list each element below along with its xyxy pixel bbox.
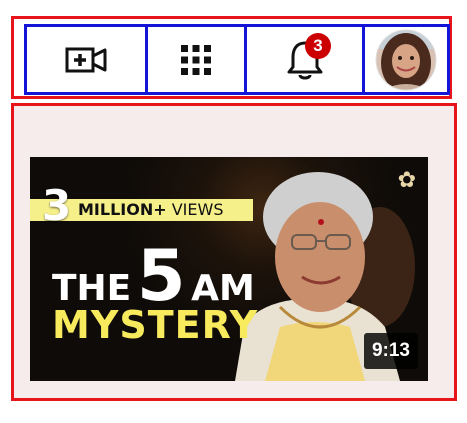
avatar (375, 29, 437, 90)
notifications-button[interactable]: 3 (247, 27, 365, 92)
header-toolbar: 3 (24, 24, 450, 95)
views-million: MILLION+ (78, 200, 167, 219)
thumbnail-title-line1: THE 5 AM (52, 241, 255, 311)
lotus-logo-icon: ✿ (397, 167, 416, 192)
views-label: MILLION+ VIEWS (78, 201, 223, 219)
video-thumbnail[interactable]: ✿ 3 MILLION+ VIEWS THE 5 AM MYSTERY 9:13 (30, 157, 428, 381)
apps-button[interactable] (148, 27, 247, 92)
account-avatar-button[interactable] (365, 27, 447, 92)
video-duration: 9:13 (363, 333, 418, 369)
apps-grid-icon (181, 44, 211, 75)
video-camera-plus-icon (65, 47, 107, 72)
views-number: 3 (42, 181, 72, 230)
create-button[interactable] (27, 27, 148, 92)
thumbnail-title-line2: MYSTERY (52, 303, 259, 347)
views-word: VIEWS (171, 200, 224, 219)
notification-count-badge: 3 (305, 33, 331, 59)
